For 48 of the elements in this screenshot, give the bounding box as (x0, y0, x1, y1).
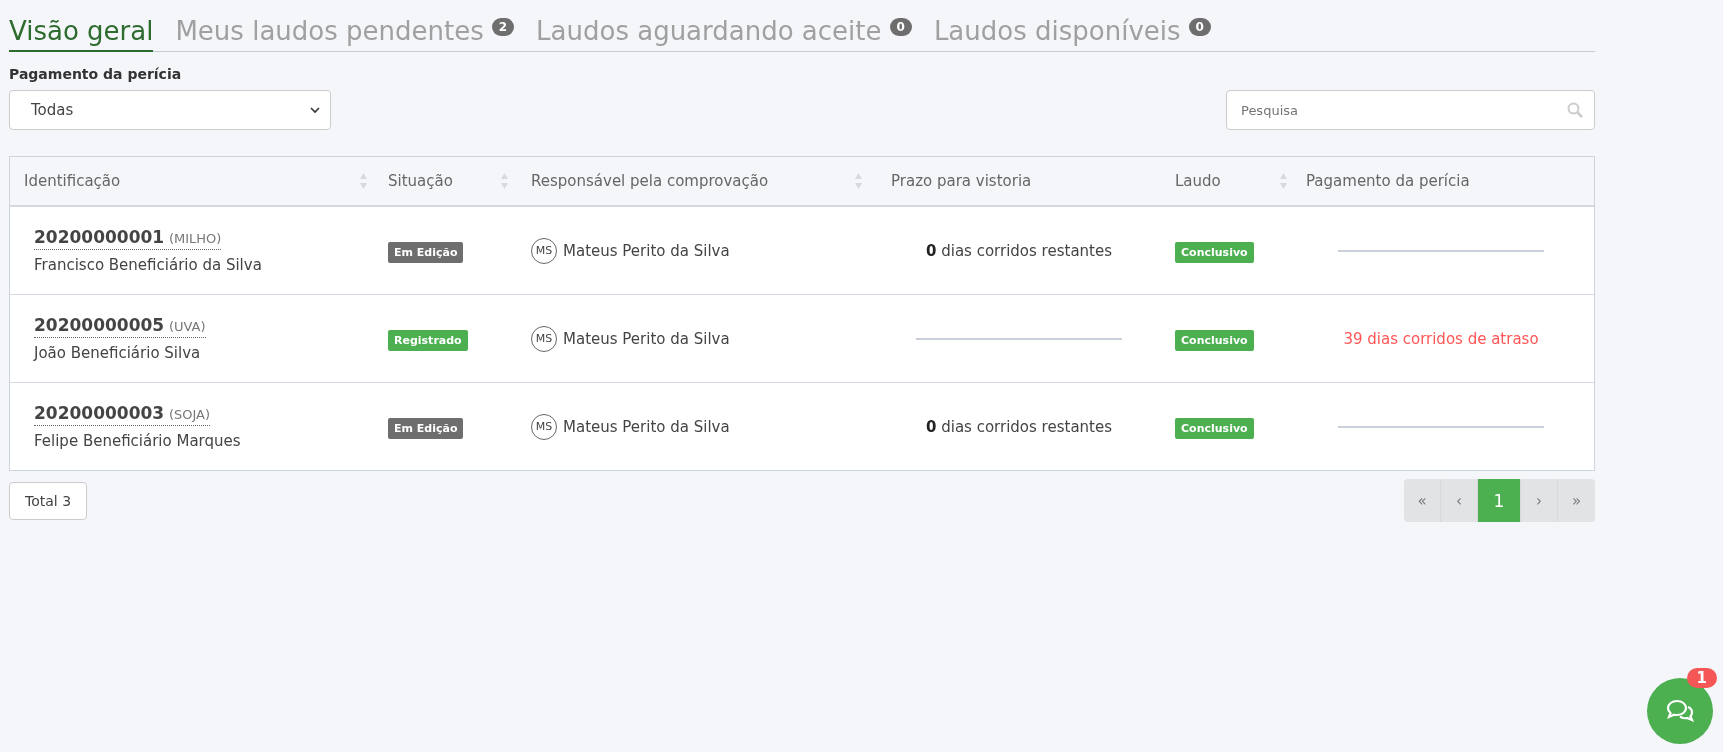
count-badge: 0 (889, 18, 912, 36)
beneficiary-name: João Beneficiário Silva (34, 344, 201, 362)
sort-icon[interactable] (359, 172, 368, 190)
notification-badge: 1 (1686, 668, 1717, 688)
column-header[interactable]: Identificação (24, 172, 121, 190)
chevron-icon (310, 106, 320, 114)
deadline-text: 0 dias corridos restantes (926, 241, 1112, 260)
responsible-name: Mateus Perito da Silva (563, 241, 730, 260)
column-header[interactable]: Responsável pela comprovação (531, 172, 769, 190)
column-header[interactable]: Situação (388, 172, 453, 190)
identification-link[interactable]: 20200000005 (UVA) (34, 315, 206, 338)
report-badge: Conclusivo (1175, 418, 1254, 439)
tab[interactable]: Meus laudos pendentes 2 (175, 10, 515, 52)
page-button[interactable]: › (1521, 479, 1558, 522)
chat-bubbles-icon (1666, 699, 1694, 723)
identification-link[interactable]: 20200000003 (SOJA) (34, 403, 211, 426)
page-button[interactable]: ‹ (1441, 479, 1478, 522)
column-header[interactable]: Prazo para vistoria (891, 172, 1032, 190)
count-badge: 2 (491, 18, 515, 36)
sort-icon[interactable] (1279, 172, 1288, 190)
tab[interactable]: Visão geral (9, 10, 154, 52)
sort-icon[interactable] (500, 172, 509, 190)
status-badge: Em Edição (388, 418, 464, 439)
total-count: Total 3 (9, 481, 88, 520)
responsible-name: Mateus Perito da Silva (563, 329, 730, 348)
report-badge: Conclusivo (1175, 330, 1254, 351)
overdue-text: 39 dias corridos de atraso (1343, 329, 1539, 348)
deadline-text: 0 dias corridos restantes (926, 417, 1112, 436)
count-badge: 0 (1188, 18, 1211, 36)
beneficiary-name: Felipe Beneficiário Marques (34, 432, 241, 450)
beneficiary-name: Francisco Beneficiário da Silva (34, 256, 262, 274)
page-button[interactable]: « (1404, 479, 1441, 522)
status-badge: Em Edição (388, 242, 464, 263)
payment-select[interactable]: Todas (9, 90, 331, 130)
page-button[interactable]: 1 (1478, 479, 1521, 522)
tab[interactable]: Laudos disponíveis 0 (933, 10, 1211, 52)
responsible-name: Mateus Perito da Silva (563, 417, 730, 436)
status-badge: Registrado (388, 330, 468, 351)
sort-icon[interactable] (854, 172, 863, 190)
search-icon (1567, 102, 1583, 118)
report-badge: Conclusivo (1175, 242, 1254, 263)
column-header[interactable]: Pagamento da perícia (1306, 172, 1470, 190)
search-field[interactable]: Pesquisa (1226, 90, 1595, 130)
tab[interactable]: Laudos aguardando aceite 0 (536, 10, 912, 52)
column-header[interactable]: Laudo (1175, 172, 1221, 190)
identification-link[interactable]: 20200000001 (MILHO) (34, 227, 222, 250)
filter-label: Pagamento da perícia (9, 66, 183, 82)
page-button[interactable]: » (1558, 479, 1595, 522)
